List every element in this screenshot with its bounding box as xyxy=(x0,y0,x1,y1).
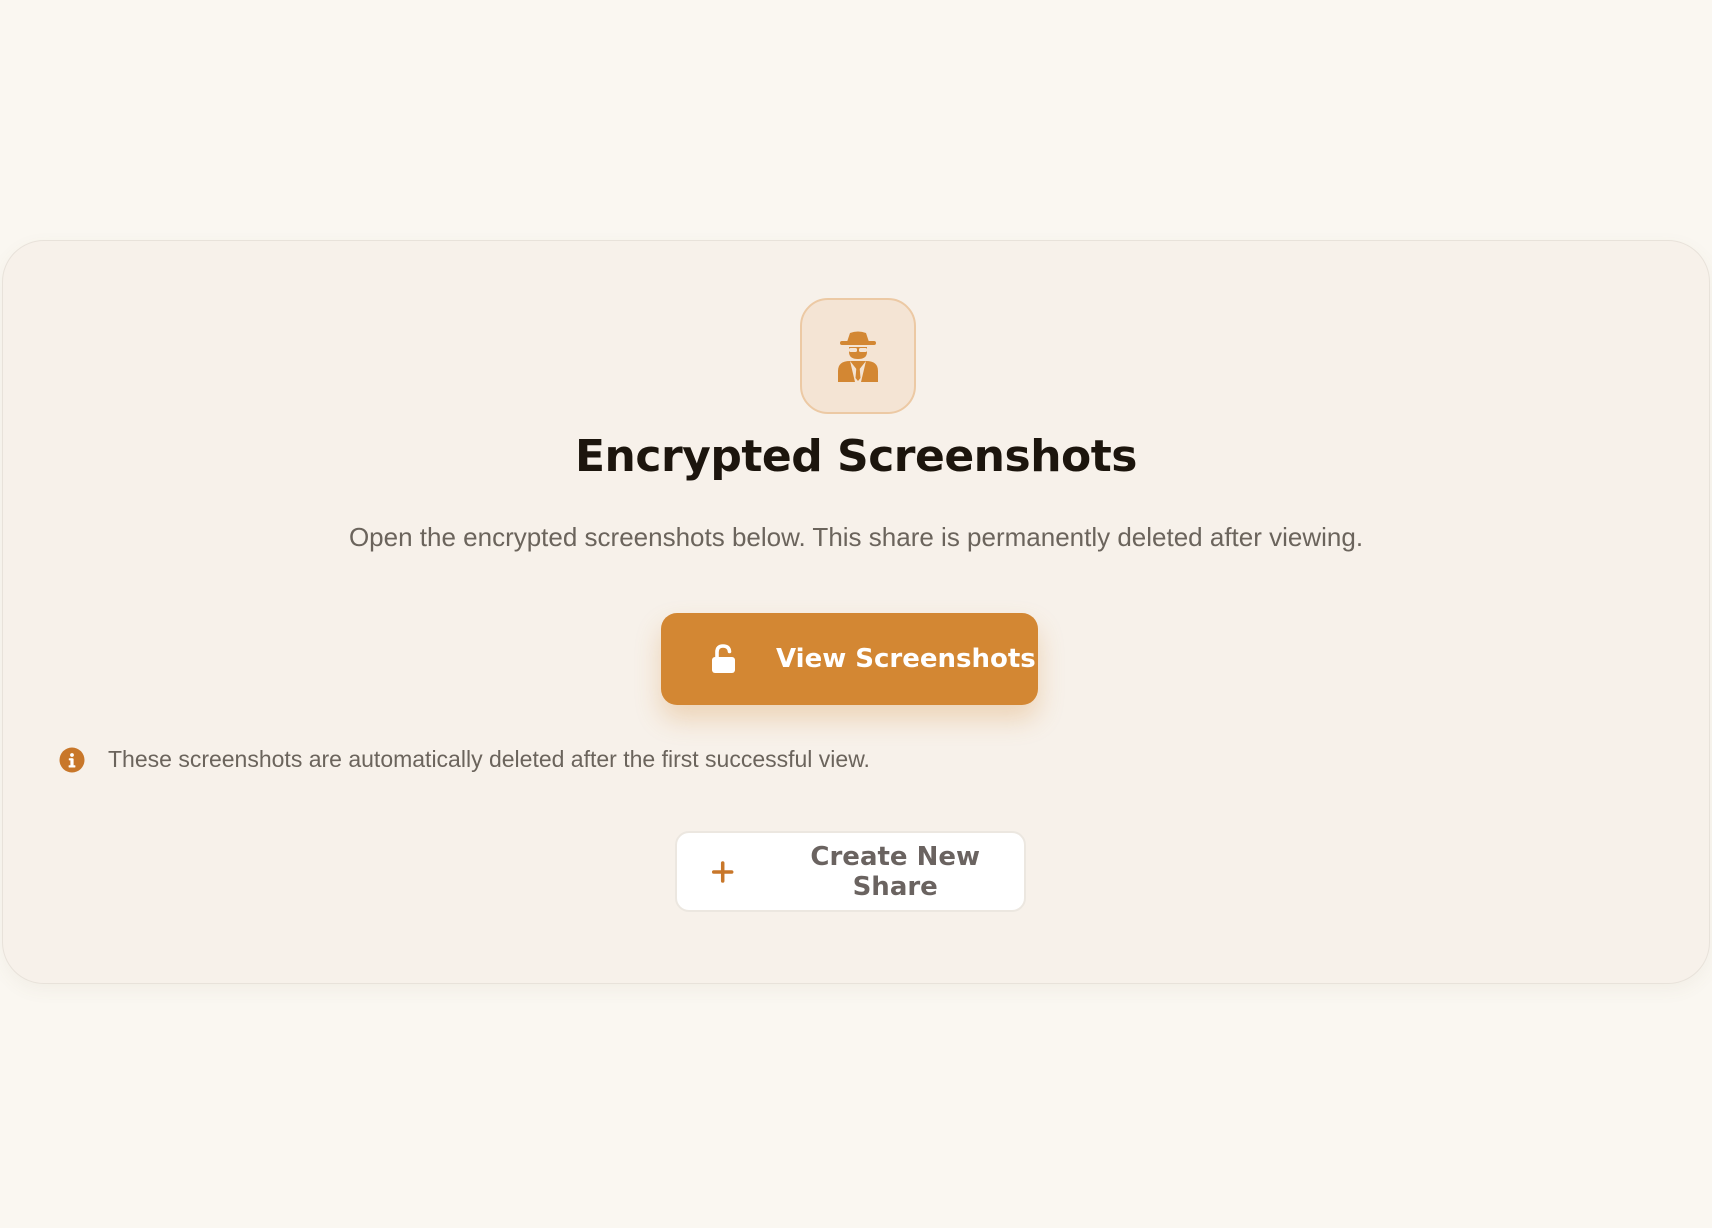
deletion-notice: These screenshots are automatically dele… xyxy=(59,746,870,773)
create-new-share-label: Create New Share xyxy=(810,841,981,902)
share-card: Encrypted Screenshots Open the encrypted… xyxy=(2,240,1710,984)
plus-icon xyxy=(711,860,734,883)
view-screenshots-label: View Screenshots xyxy=(776,644,1036,674)
create-new-share-button[interactable]: Create New Share xyxy=(675,831,1026,912)
notice-text: These screenshots are automatically dele… xyxy=(108,746,870,772)
view-screenshots-button[interactable]: View Screenshots xyxy=(661,613,1038,705)
page-subtitle: Open the encrypted screenshots below. Th… xyxy=(348,522,1364,552)
info-icon xyxy=(59,747,85,772)
hero-icon-tile xyxy=(800,298,916,414)
page-title: Encrypted Screenshots xyxy=(575,431,1137,482)
incognito-spy-icon xyxy=(838,331,878,382)
unlock-icon xyxy=(712,644,735,673)
